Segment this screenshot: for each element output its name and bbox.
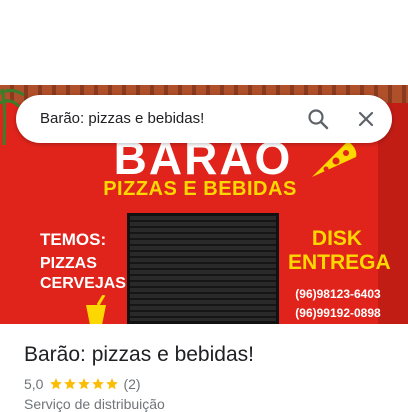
star-icon xyxy=(50,378,63,390)
sign-subtitle: PIZZAS E BEBIDAS xyxy=(103,178,297,200)
rolling-door xyxy=(127,213,279,324)
rating-value: 5,0 xyxy=(24,376,44,392)
sign-phones: (96)98123-6403 (96)99192-0898 xyxy=(286,285,390,323)
star-icon xyxy=(78,378,91,390)
close-icon[interactable] xyxy=(354,107,378,131)
rating-row[interactable]: 5,0 (2) xyxy=(24,376,141,392)
sign-phone: (96)99192-0898 xyxy=(295,306,381,320)
search-input[interactable]: Barão: pizzas e bebidas! xyxy=(40,110,204,127)
sign-item: PIZZAS xyxy=(40,255,97,272)
star-icon xyxy=(106,378,119,390)
star-icon xyxy=(64,378,77,390)
sign-disk-line: DISK xyxy=(311,227,363,250)
pizza-slice-icon xyxy=(312,141,357,177)
drink-icon xyxy=(86,295,106,324)
top-blank-area xyxy=(0,0,408,85)
sign-items: PIZZAS CERVEJAS xyxy=(40,254,126,294)
review-count[interactable]: (2) xyxy=(123,376,140,392)
star-icon xyxy=(92,378,105,390)
search-icon[interactable] xyxy=(306,107,330,131)
search-bar[interactable]: Barão: pizzas e bebidas! xyxy=(16,95,392,143)
sign-disk: DISK ENTREGA xyxy=(288,227,391,275)
place-category: Serviço de distribuição xyxy=(24,396,165,412)
sign-phone: (96)98123-6403 xyxy=(295,287,381,301)
place-title: Barão: pizzas e bebidas! xyxy=(24,343,254,366)
sign-item: CERVEJAS xyxy=(40,275,126,292)
sign-disk-line: ENTREGA xyxy=(288,251,391,274)
sign-temos: TEMOS: xyxy=(40,230,107,249)
rating-stars xyxy=(49,377,119,391)
